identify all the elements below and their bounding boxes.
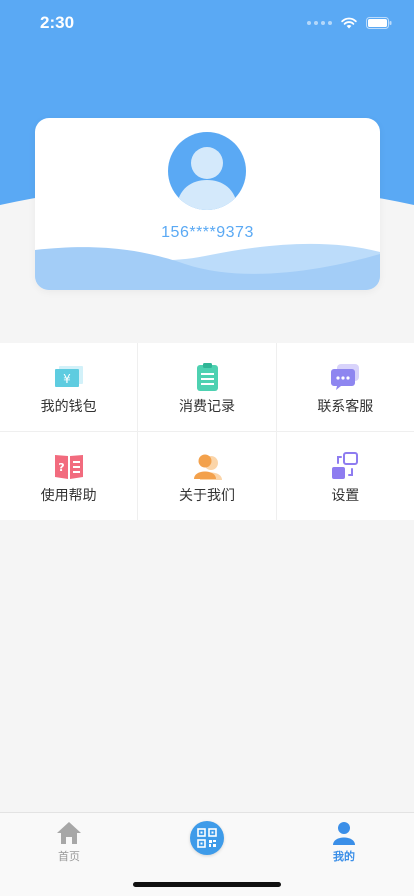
clipboard-icon [196, 363, 218, 391]
scan-qr-button[interactable] [190, 821, 224, 855]
menu-label: 消费记录 [178, 398, 235, 414]
home-indicator [133, 882, 281, 887]
svg-text:?: ? [58, 461, 64, 474]
menu-row: ? 使用帮助 关于我们 设置 [0, 431, 414, 520]
menu-item-help[interactable]: ? 使用帮助 [0, 432, 137, 520]
menu-item-wallet[interactable]: ¥ 我的钱包 [0, 343, 137, 431]
menu-row: ¥ 我的钱包 消费记录 联系客服 [0, 343, 414, 431]
tab-mine[interactable]: 我的 [294, 813, 394, 864]
profile-card: 156****9373 [35, 118, 380, 290]
tab-home-label: 首页 [58, 851, 80, 863]
tab-mine-label: 我的 [333, 851, 355, 863]
battery-icon [366, 17, 392, 29]
menu-label: 联系客服 [317, 398, 374, 414]
cellular-signal-icon [307, 21, 332, 25]
menu-item-consumption-records[interactable]: 消费记录 [137, 343, 275, 431]
qr-code-icon [197, 828, 217, 848]
wallet-icon: ¥ [54, 366, 83, 387]
chat-icon [331, 364, 360, 390]
settings-icon [332, 452, 359, 479]
default-avatar-icon [176, 147, 238, 210]
tab-home[interactable]: 首页 [19, 813, 119, 864]
card-wave-decoration [35, 243, 380, 290]
user-icon [333, 822, 355, 845]
menu-item-about-us[interactable]: 关于我们 [137, 432, 275, 520]
svg-text:¥: ¥ [63, 372, 71, 386]
menu-item-customer-service[interactable]: 联系客服 [275, 343, 414, 431]
menu-label: 使用帮助 [40, 487, 97, 503]
status-time: 2:30 [40, 13, 75, 32]
menu-label: 我的钱包 [40, 398, 97, 414]
menu-label: 设置 [331, 487, 360, 503]
wifi-icon [341, 17, 357, 29]
help-book-icon: ? [54, 455, 83, 479]
menu-item-settings[interactable]: 设置 [275, 432, 414, 520]
home-icon [57, 822, 81, 844]
status-icons [307, 14, 392, 32]
menu-grid: ¥ 我的钱包 消费记录 联系客服 ? 使用帮助 关于我们 设置 [0, 343, 414, 520]
status-bar: 2:30 [0, 0, 414, 46]
avatar[interactable] [168, 132, 246, 210]
person-icon [193, 454, 222, 480]
menu-label: 关于我们 [178, 487, 235, 503]
